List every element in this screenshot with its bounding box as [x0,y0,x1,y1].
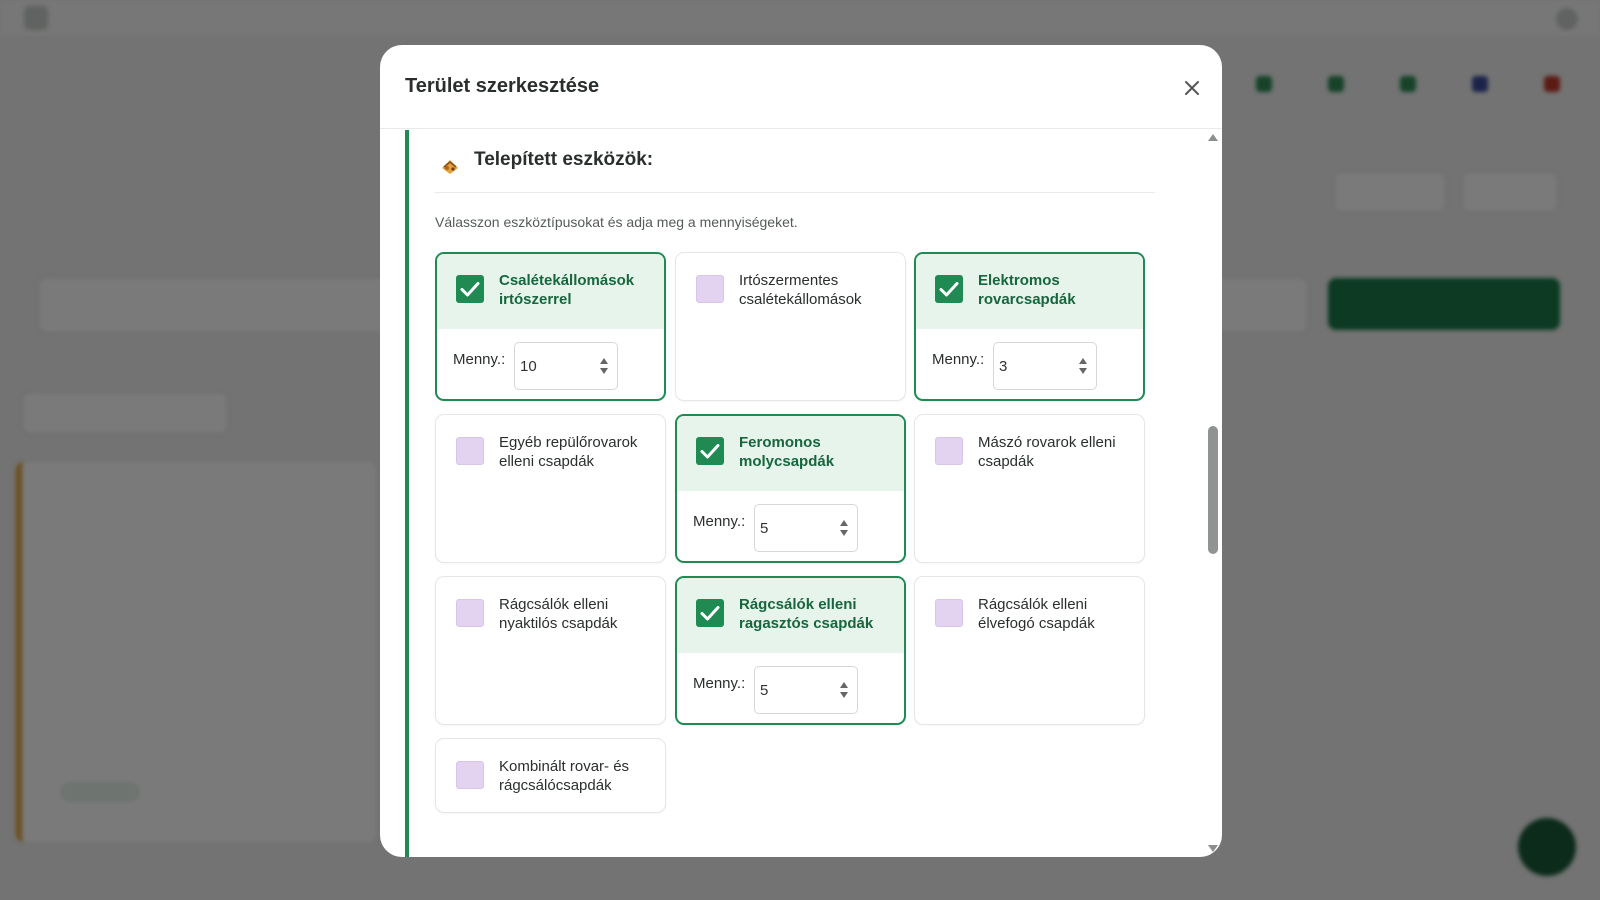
quantity-value: 5 [760,520,769,537]
device-card-ragcsalok-elleni-nyaktilos-csapdak[interactable]: Rágcsálók elleni nyaktilós csapdák [435,576,666,725]
checked-checkbox[interactable] [696,437,724,465]
device-card-feromonos-molycsapdak[interactable]: Feromonos molycsapdák Menny.: 5 [675,414,906,563]
checkbox[interactable] [456,599,484,627]
modal-title: Terület szerkesztése [405,75,600,97]
quantity-label: Menny.: [453,351,506,368]
device-card-irtoszermentes-csaletekallomasok[interactable]: Irtószermentes csalétekállomások [675,252,906,401]
section-description: Válasszon eszköztípusokat és adja meg a … [435,214,798,230]
modal-scrollbar[interactable] [1206,130,1220,852]
device-label: Kombinált rovar- és rágcsálócsapdák [499,758,630,794]
device-label: Mászó rovarok elleni csapdák [978,434,1116,470]
device-card-header: Rágcsálók elleni nyaktilós csapdák [436,577,665,652]
device-card-header: Csalétekállomások irtószerrel [437,254,664,329]
device-card-header: Irtószermentes csalétekállomások [676,253,905,328]
quantity-label: Menny.: [693,513,746,530]
modal-header: Terület szerkesztése [380,45,1222,129]
scroll-up-icon[interactable] [1208,134,1218,141]
section-header: Telepített eszközök: [435,130,1155,193]
checked-checkbox[interactable] [696,599,724,627]
checkbox[interactable] [456,761,484,789]
quantity-stepper[interactable]: 3 [993,342,1097,390]
quantity-stepper[interactable]: 10 [514,342,618,390]
quantity-value: 10 [520,358,537,375]
device-label: Csalétekállomások irtószerrel [499,272,635,308]
installed-devices-section: Telepített eszközök: Válasszon eszköztíp… [405,130,1173,857]
checked-checkbox[interactable] [935,275,963,303]
quantity-label: Menny.: [693,675,746,692]
checkbox[interactable] [456,437,484,465]
device-card-header: Kombinált rovar- és rágcsálócsapdák [436,739,665,812]
scrollbar-thumb[interactable] [1208,426,1218,554]
device-card-header: Egyéb repülőrovarok elleni csapdák [436,415,665,490]
scroll-down-icon[interactable] [1208,845,1218,852]
checkmark-icon [700,606,720,621]
device-label: Rágcsálók elleni élvefogó csapdák [978,596,1095,632]
device-card-header: Elektromos rovarcsapdák [916,254,1143,329]
device-label: Rágcsálók elleni nyaktilós csapdák [499,596,618,632]
checkmark-icon [700,444,720,459]
device-card-header: Rágcsálók elleni élvefogó csapdák [915,577,1144,652]
checkbox[interactable] [935,437,963,465]
spinner-arrows-icon[interactable] [599,356,609,376]
checkmark-icon [939,282,959,297]
spinner-arrows-icon[interactable] [839,518,849,538]
device-card-elektromos-rovarcsapdak[interactable]: Elektromos rovarcsapdák Menny.: 3 [914,252,1145,401]
quantity-value: 5 [760,682,769,699]
quantity-stepper[interactable]: 5 [754,666,858,714]
device-card-ragcsalok-elleni-ragasztos-csapdak[interactable]: Rágcsálók elleni ragasztós csapdák Menny.… [675,576,906,725]
device-label: Rágcsálók elleni ragasztós csapdák [739,596,874,632]
quantity-stepper[interactable]: 5 [754,504,858,552]
checkbox[interactable] [696,275,724,303]
mouse-trap-icon [442,160,458,174]
close-icon [1185,81,1199,95]
device-label: Feromonos molycsapdák [739,434,835,470]
section-title: Telepített eszközök: [474,149,654,170]
device-label: Egyéb repülőrovarok elleni csapdák [499,434,638,470]
device-label: Irtószermentes csalétekállomások [739,272,862,308]
device-label: Elektromos rovarcsapdák [978,272,1076,308]
checkbox[interactable] [935,599,963,627]
device-card-kombinalt-rovar-es-ragcsalocsapdak[interactable]: Kombinált rovar- és rágcsálócsapdák [435,738,666,813]
device-card-csaletekallomasok-irtoszerrel[interactable]: Csalétekállomások irtószerrel Menny.: 10 [435,252,666,401]
spinner-arrows-icon[interactable] [839,680,849,700]
quantity-value: 3 [999,358,1008,375]
close-button[interactable] [1176,72,1208,104]
device-card-ragcsalok-elleni-elvefogo-csapdak[interactable]: Rágcsálók elleni élvefogó csapdák [914,576,1145,725]
device-card-header: Rágcsálók elleni ragasztós csapdák [677,578,904,653]
quantity-label: Menny.: [932,351,985,368]
modal-body: Telepített eszközök: Válasszon eszköztíp… [380,130,1202,857]
device-card-egyeb-repulorovarok-elleni-csapdak[interactable]: Egyéb repülőrovarok elleni csapdák [435,414,666,563]
device-card-header: Mászó rovarok elleni csapdák [915,415,1144,490]
checkmark-icon [460,282,480,297]
device-card-header: Feromonos molycsapdák [677,416,904,491]
checked-checkbox[interactable] [456,275,484,303]
spinner-arrows-icon[interactable] [1078,356,1088,376]
device-card-maszo-rovarok-elleni-csapdak[interactable]: Mászó rovarok elleni csapdák [914,414,1145,563]
edit-area-modal: Terület szerkesztése Telepített eszközök… [380,45,1222,857]
